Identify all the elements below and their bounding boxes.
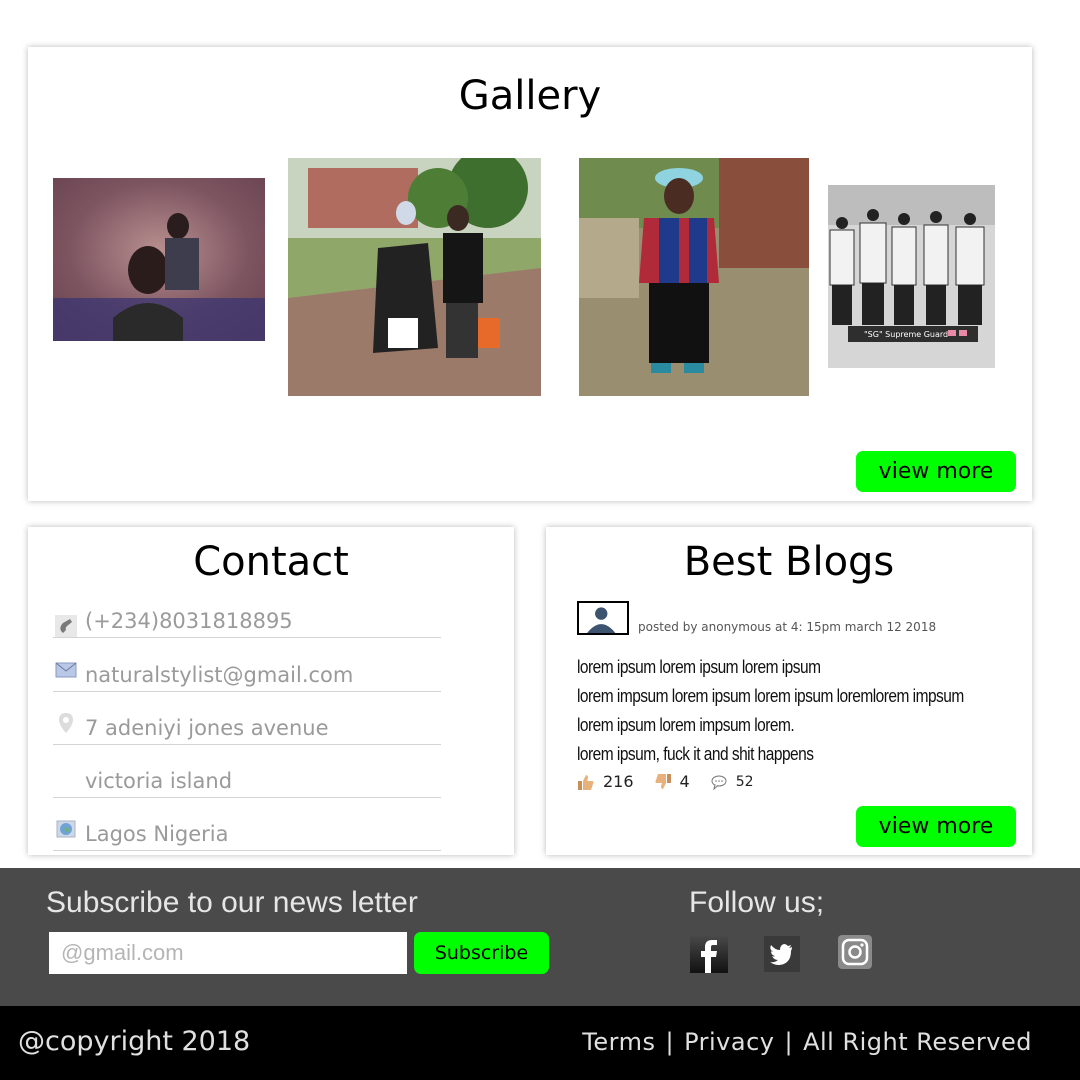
separator: | <box>784 1028 794 1056</box>
gallery-photo-4-caption: "SG" Supreme Guard <box>864 330 948 339</box>
contact-address-row: 7 adeniyi jones avenue <box>53 703 441 745</box>
newsletter-email-input[interactable] <box>49 932 407 974</box>
follow-heading: Follow us; <box>689 886 825 919</box>
copyright-text: @copyright 2018 <box>18 1026 251 1057</box>
privacy-link[interactable]: Privacy <box>684 1028 774 1056</box>
blog-line: lorem ipsum, fuck it and shit happens <box>577 744 814 764</box>
like-stat[interactable]: 216 <box>577 772 634 791</box>
contact-address-line2: victoria island <box>85 769 233 793</box>
contact-address-line2-row: victoria island <box>53 756 441 798</box>
blog-line: lorem ipsum lorem impsum lorem. <box>577 715 795 735</box>
comment-stat[interactable]: 52 <box>710 773 754 791</box>
instagram-icon[interactable] <box>838 935 872 969</box>
comment-count: 52 <box>735 773 754 790</box>
gallery-photo-1[interactable] <box>53 178 265 341</box>
gallery-photo-2[interactable] <box>288 158 541 396</box>
facebook-icon[interactable] <box>690 935 728 973</box>
contact-phone-row: (+234)8031818895 <box>53 603 441 638</box>
blog-stats: 216 4 52 <box>577 772 774 791</box>
location-pin-icon <box>55 712 77 734</box>
dislike-stat[interactable]: 4 <box>654 772 690 791</box>
avatar[interactable] <box>577 601 629 635</box>
gallery-title: Gallery <box>458 73 602 119</box>
contact-section: Contact (+234)8031818895 naturalstylist@… <box>28 527 514 855</box>
contact-address-line1: 7 adeniyi jones avenue <box>85 716 329 740</box>
subscribe-heading: Subscribe to our news letter <box>46 886 418 919</box>
thumbs-down-icon <box>655 773 671 789</box>
blog-post-meta: posted by anonymous at 4: 15pm march 12 … <box>638 620 937 634</box>
thumbs-up-icon <box>578 774 594 790</box>
like-count: 216 <box>603 772 634 791</box>
contact-title: Contact <box>193 539 349 585</box>
gallery-photo-4[interactable]: "SG" Supreme Guard <box>828 185 995 368</box>
blog-line: lorem impsum lorem ipsum lorem ipsum lor… <box>577 686 964 706</box>
footer: @copyright 2018 Terms | Privacy | All Ri… <box>0 1006 1080 1080</box>
dislike-count: 4 <box>679 772 690 791</box>
twitter-icon[interactable] <box>764 936 800 972</box>
phone-icon <box>55 615 77 637</box>
gallery-photo-3[interactable] <box>579 158 809 396</box>
subscribe-button[interactable]: Subscribe <box>414 932 549 974</box>
mail-icon <box>55 659 77 681</box>
blog-post-body: lorem ipsum lorem ipsum lorem ipsum lore… <box>577 653 964 769</box>
gallery-view-more-button[interactable]: view more <box>856 451 1016 492</box>
terms-link[interactable]: Terms <box>582 1028 655 1056</box>
contact-phone: (+234)8031818895 <box>85 609 293 633</box>
gallery-section: Gallery "SG" Supreme Guard view more <box>28 47 1032 501</box>
globe-icon <box>55 818 77 840</box>
subscribe-bar: Subscribe to our news letter Subscribe F… <box>0 868 1080 1006</box>
blogs-view-more-button[interactable]: view more <box>856 806 1016 847</box>
blogs-section: Best Blogs posted by anonymous at 4: 15p… <box>546 527 1032 855</box>
contact-location: Lagos Nigeria <box>85 822 229 846</box>
rights-text: All Right Reserved <box>803 1028 1032 1056</box>
comment-icon <box>711 775 727 790</box>
contact-email-row: naturalstylist@gmail.com <box>53 649 441 692</box>
blogs-title: Best Blogs <box>683 539 895 585</box>
separator: | <box>665 1028 675 1056</box>
blog-line: lorem ipsum lorem ipsum lorem ipsum <box>577 657 821 677</box>
contact-email: naturalstylist@gmail.com <box>85 663 354 687</box>
contact-location-row: Lagos Nigeria <box>53 809 441 851</box>
footer-links: Terms | Privacy | All Right Reserved <box>582 1028 1032 1056</box>
